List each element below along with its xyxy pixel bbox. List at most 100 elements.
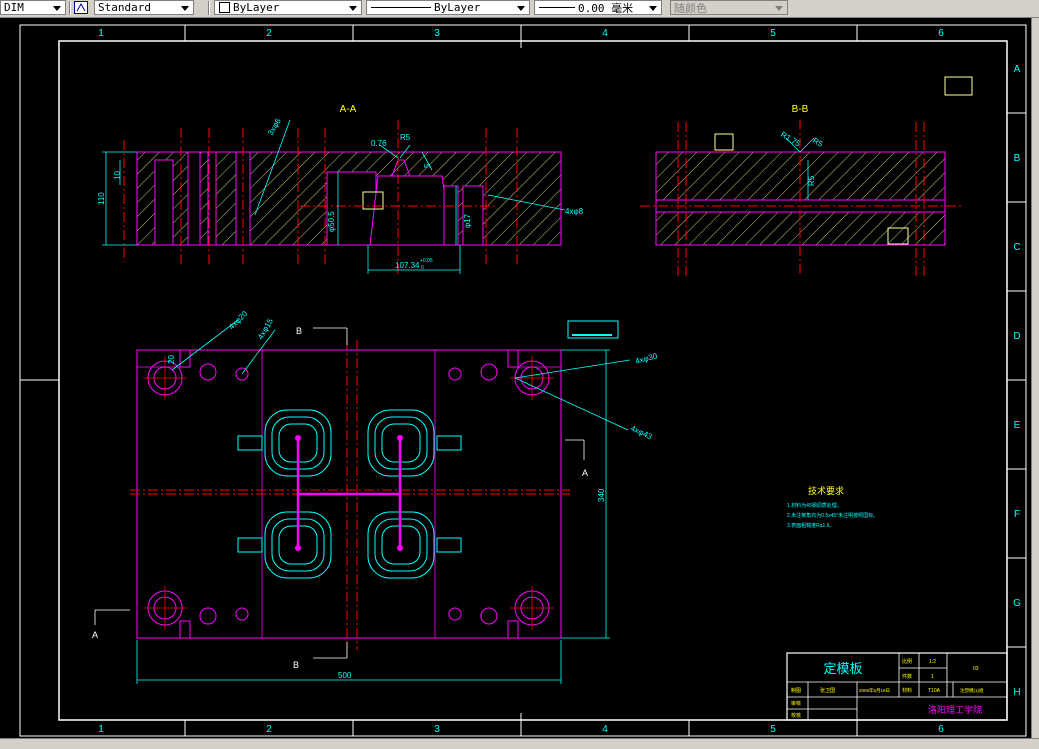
aa-dim-tol: +0.05 [420,258,433,264]
plotstyle-value: 随颜色 [674,1,707,15]
col-label: 6 [938,28,944,39]
linetype-dropdown[interactable]: ByLayer [366,0,530,15]
col-label: 2 [266,724,272,735]
qty-value: 1 [931,674,934,680]
aa-dim-vert: φ50.5 [327,211,336,232]
part-name: 定模板 [823,661,862,676]
col-label: 6 [938,724,944,735]
textstyle-value: Standard [98,1,151,14]
col-label: 5 [770,28,776,39]
chevron-down-icon[interactable] [515,3,527,13]
lineweight-value: 0.00 毫米 [578,1,634,15]
designer-name: 张卫国 [820,687,835,694]
bb-dim-vert: R5 [807,175,816,186]
row-label: F [1014,509,1020,520]
properties-toolbar: DIM Standard ByLayer ByLayer 0.00 毫米 随颜色 [0,0,1039,18]
aa-dim-width: 107.34 [395,261,420,270]
drawing-canvas[interactable]: 1 2 3 4 5 6 1 2 3 4 5 6 A B C D E F G H … [0,18,1031,738]
section-aa-view[interactable]: A-A 110 10 3xφ6 0.76 R5 5 φ50.5 107.34 +… [97,104,584,275]
color-value: ByLayer [233,1,280,14]
textstyle-dropdown[interactable]: Standard [94,0,194,15]
chevron-down-icon[interactable] [51,3,63,13]
technical-requirements: 技术要求 1.材料为45钢调质处理。 2.未注倒角均为0.5x45°未注明按照国… [787,485,878,529]
aa-dim-110: 110 [97,192,106,205]
aa-dim-10: 10 [113,171,122,180]
row-label: H [1013,687,1020,698]
plan-label-b-top: B [296,326,302,336]
zone-labels: 1 2 3 4 5 6 1 2 3 4 5 6 A B C D E F G H [98,28,1021,735]
bb-dim-r2: R5 [811,136,825,149]
aa-dim-r5: R5 [400,133,411,142]
color-dropdown[interactable]: ByLayer [214,0,362,15]
material-label: 材料 [902,687,912,694]
designer-label: 制图 [791,687,801,694]
plan-label-a-left: A [92,630,98,640]
vertical-scrollbar[interactable] [1031,18,1039,738]
col-label: 3 [434,28,440,39]
col-label: 1 [98,724,104,735]
zone-ticks [20,25,1026,736]
chevron-down-icon[interactable] [347,3,359,13]
col-label: 1 [98,28,104,39]
plan-dim-4x15: 4xφ15 [256,317,275,341]
plan-dim-4x20: 4xφ20 [227,309,250,332]
scale-value: 1:2 [929,659,936,665]
dimstyle-dropdown[interactable]: DIM [0,0,66,15]
col-label: 4 [602,724,608,735]
section-bb-label: B-B [792,104,809,115]
tech-req-item: 3.表面粗糙度Ra1.6。 [787,522,835,529]
dimstyle-value: DIM [4,1,24,14]
scale-label: 比例 [902,658,912,665]
aa-dim-5: 5 [423,163,432,168]
toolbar-separator [208,1,210,15]
chevron-down-icon[interactable] [647,3,659,13]
chevron-down-icon[interactable] [179,3,191,13]
qty-label: 件数 [902,673,912,680]
design-date: 2008年5月19日 [859,687,890,694]
toolbar-separator [69,1,71,15]
aa-dim-right: φ17 [463,213,472,228]
drawing-no: 03 [973,666,979,672]
horizontal-scrollbar[interactable] [0,738,1039,749]
section-aa-label: A-A [340,104,357,115]
col-label: 2 [266,28,272,39]
plan-dim-500: 500 [338,671,352,680]
material-value: T10A [928,688,941,694]
plan-dim-340: 340 [597,488,606,502]
linetype-sample-icon [371,7,431,8]
col-label: 5 [770,724,776,735]
tech-req-item: 2.未注倒角均为0.5x45°未注明按照国标。 [787,512,878,519]
row-label: B [1014,153,1021,164]
aa-dim-angle: 0.76 [371,139,387,148]
plan-label-a-right: A [582,468,588,478]
chevron-down-icon[interactable] [773,3,785,13]
reviewer-label: 审核 [791,700,801,707]
plan-dim-4x43: 4xφ43 [629,424,654,442]
note-box [944,76,973,96]
lineweight-sample-icon [539,7,575,8]
textstyle-icon[interactable] [74,1,88,14]
lineweight-dropdown[interactable]: 0.00 毫米 [534,0,662,15]
school-name: 洛阳理工学院 [928,704,982,715]
row-label: D [1013,331,1020,342]
tech-req-item: 1.材料为45钢调质处理。 [787,502,842,509]
tech-req-title: 技术要求 [808,485,844,496]
linetype-value: ByLayer [434,1,481,14]
row-label: C [1013,242,1020,253]
section-bb-view[interactable]: B-B R1.75 R5 R5 [567,76,973,339]
check-label: 校核 [791,712,801,719]
project-name: 注塑模(1)组 [960,687,984,694]
aa-dim-screw: 3xφ6 [266,116,283,137]
outer-frame [19,24,1027,737]
plan-view[interactable]: B B A A 20 4xφ20 4xφ15 4xφ30 4xφ43 500 3… [92,309,659,684]
inner-frame [58,40,1008,721]
aa-dim-hole: 4xφ8 [565,207,584,216]
plan-label-b-bottom: B [293,660,299,670]
col-label: 3 [434,724,440,735]
title-block: 定模板 比例 1:2 件数 1 03 制图 张卫国 2008年5月19日 材料 … [786,652,1008,721]
plotstyle-dropdown[interactable]: 随颜色 [670,0,788,15]
aa-dim-tol0: 0 [421,265,424,271]
plan-dim-20: 20 [167,355,176,364]
plan-dim-4x30: 4xφ30 [634,351,659,366]
bb-dim-r1: R1.75 [779,130,802,149]
